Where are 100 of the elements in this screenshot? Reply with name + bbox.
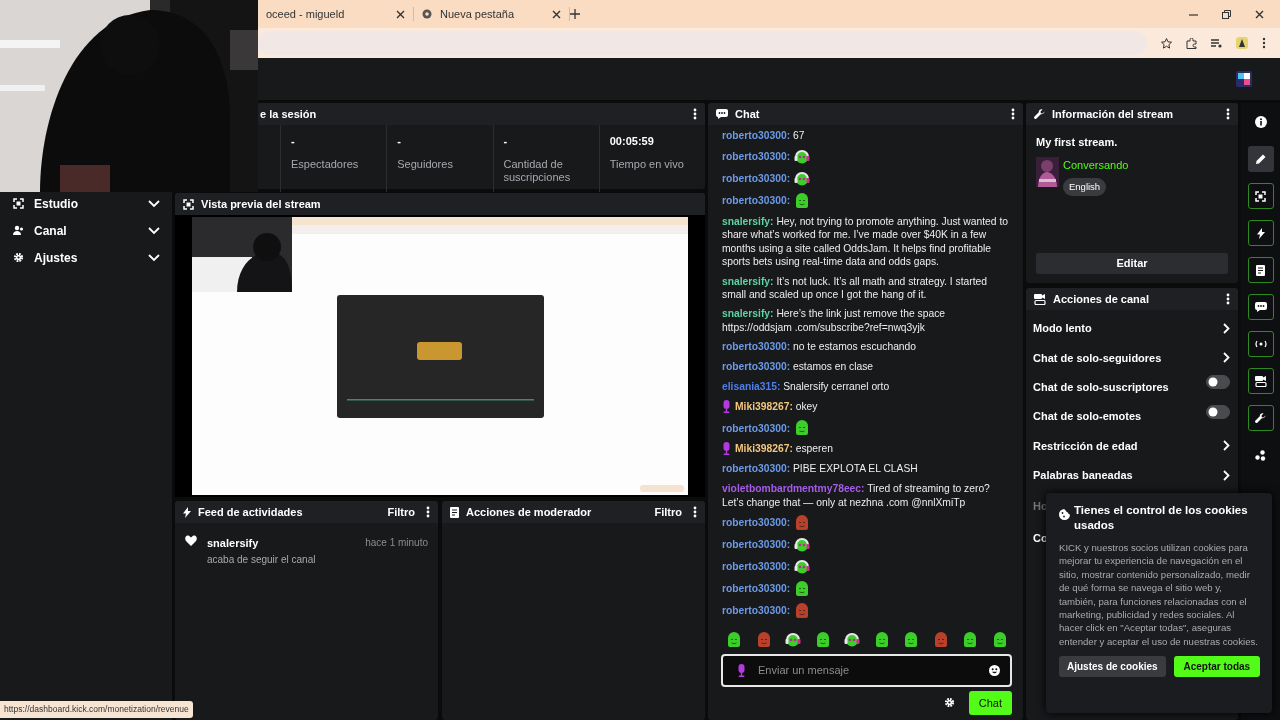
more-icon[interactable] <box>426 506 430 518</box>
chat-message: snalersify: It’s not luck. It’s all math and strategy. I started small and scaled up once I got the hang of it. <box>722 274 988 302</box>
chat-username[interactable]: roberto30300: <box>722 538 791 552</box>
toggle-switch[interactable] <box>1206 404 1230 419</box>
more-icon[interactable] <box>693 506 697 518</box>
chat-message: Miki398267: esperen <box>735 442 833 457</box>
more-icon[interactable] <box>1226 108 1230 120</box>
extension-icon[interactable] <box>1236 37 1248 49</box>
sidebar-item[interactable]: Ajustes <box>0 244 172 271</box>
wrench-icon <box>1255 412 1266 424</box>
message-box[interactable]: Enviar un mensaje <box>721 653 1012 687</box>
chat-message: roberto30300: PIBE EXPLOTA EL CLASH <box>722 462 918 477</box>
puzzle-icon[interactable] <box>1186 37 1197 49</box>
emote-icon[interactable] <box>844 631 861 648</box>
setting-item[interactable]: Chat de solo-seguidores <box>1026 343 1238 373</box>
panel-toggle[interactable] <box>1247 220 1274 246</box>
more-icon[interactable] <box>1226 293 1230 305</box>
logo-icon[interactable] <box>1236 71 1252 87</box>
emote-icon[interactable] <box>903 631 920 648</box>
more-icon[interactable] <box>693 108 697 120</box>
setting-item[interactable]: Modo lento <box>1026 314 1238 344</box>
new-tab-icon[interactable] <box>570 9 580 19</box>
banner-title: Tienes el control de los cookies usados <box>1074 503 1249 533</box>
setting-item[interactable]: Palabras baneadas <box>1026 460 1238 490</box>
chat-username[interactable]: roberto30300: <box>722 194 791 208</box>
broadcast-icon <box>1254 340 1267 348</box>
status-url: https://dashboard.kick.com/monetization/revenue <box>0 701 193 718</box>
toggle-switch[interactable] <box>1206 375 1230 390</box>
restore-icon[interactable] <box>1222 9 1231 19</box>
close-icon[interactable] <box>1255 9 1264 19</box>
emote-icon[interactable] <box>814 631 831 648</box>
chat-username[interactable]: roberto30300: <box>722 582 791 596</box>
panel-toggle[interactable] <box>1247 331 1274 357</box>
sidebar-item[interactable]: Canal <box>0 217 172 244</box>
dots-icon <box>1255 449 1266 461</box>
panel-title: Vista previa del stream <box>201 196 322 212</box>
globe-icon <box>422 9 432 19</box>
panel-toggle[interactable] <box>1247 368 1274 394</box>
message-field[interactable]: Enviar un mensaje <box>756 660 979 680</box>
chat-message: violetbombardmentmy78eec: Tired of streaming to zero? Let’s change that — only at nezhna .com @nnlXmiTp <box>722 482 991 510</box>
panel-toggle[interactable] <box>1247 183 1274 209</box>
stat-value: - <box>503 134 509 149</box>
tag-badge[interactable]: English <box>1063 178 1107 197</box>
stat-value: - <box>291 134 296 149</box>
filter-button[interactable]: Filtro <box>650 503 686 521</box>
chevron-right-icon <box>1223 352 1230 364</box>
stat-label: Espectadores <box>291 157 360 171</box>
browser-tab[interactable]: oceed - migueld <box>258 2 413 26</box>
chat-username[interactable]: roberto30300: <box>722 516 791 530</box>
users-icon <box>13 225 24 236</box>
accept-button[interactable]: Aceptar todas <box>1173 656 1260 678</box>
scan-icon <box>183 198 194 210</box>
panel-toggle[interactable] <box>1247 257 1274 283</box>
scan-icon <box>13 198 24 209</box>
chat-username[interactable]: roberto30300: <box>722 421 791 435</box>
emoji-icon[interactable] <box>989 664 1000 676</box>
emote-icon[interactable] <box>962 631 979 648</box>
emote-icon[interactable] <box>873 631 890 648</box>
stat-value: - <box>397 134 402 149</box>
emote-icon[interactable] <box>991 631 1008 648</box>
feed-time: hace 1 minuto <box>365 536 428 550</box>
close-icon[interactable] <box>552 9 561 19</box>
stream-title: My first stream. <box>1036 135 1119 150</box>
browser-tab[interactable]: Nueva pestaña <box>414 2 569 26</box>
chat-username[interactable]: roberto30300: <box>722 150 791 164</box>
chat-username[interactable]: roberto30300: <box>722 560 791 574</box>
chat-message: Miki398267: okey <box>735 400 818 415</box>
settings-button[interactable]: Ajustes de cookies <box>1059 656 1166 678</box>
document-icon <box>1256 264 1265 276</box>
chat-message: snalersify: Here’s the link just remove the space https://oddsjam .com/subscribe?ref=nwq3yjk <box>722 307 947 335</box>
settings-icon <box>13 252 24 263</box>
queue-icon[interactable] <box>1211 37 1222 49</box>
address-field[interactable] <box>258 31 1147 55</box>
camera-icon <box>1254 375 1267 387</box>
edit-button[interactable]: Editar <box>1036 253 1228 274</box>
close-icon[interactable] <box>396 9 405 19</box>
settings-icon[interactable] <box>943 697 955 709</box>
sidebar-item[interactable]: Estudio <box>0 190 172 217</box>
chat-username[interactable]: roberto30300: <box>722 604 791 618</box>
panel-title: Información del stream <box>1052 106 1175 122</box>
category-link[interactable]: Conversando <box>1063 156 1129 173</box>
star-icon[interactable] <box>1161 37 1172 49</box>
panel-toggle[interactable] <box>1247 294 1274 320</box>
panel-title: Acciones de canal <box>1053 291 1150 307</box>
stat-label: Seguidores <box>397 157 454 171</box>
panel-toggle[interactable] <box>1247 146 1274 172</box>
emote-icon[interactable] <box>726 631 742 648</box>
chevron-right-icon <box>1223 469 1230 481</box>
send-button[interactable]: Chat <box>968 690 1012 715</box>
chat-username[interactable]: roberto30300: <box>722 172 791 186</box>
panel-toggle[interactable] <box>1247 405 1274 431</box>
panel-title: Chat <box>735 106 761 122</box>
stat-label: Cantidad de suscripciones <box>503 157 572 184</box>
setting-item[interactable]: Restricción de edad <box>1026 431 1238 461</box>
panel-title: Feed de actividades <box>198 504 304 520</box>
emote-icon[interactable] <box>785 631 802 648</box>
panel-title: Acciones de moderador <box>466 504 593 520</box>
more-icon[interactable] <box>1262 37 1266 49</box>
more-icon[interactable] <box>1011 108 1015 120</box>
filter-button[interactable]: Filtro <box>383 503 419 521</box>
